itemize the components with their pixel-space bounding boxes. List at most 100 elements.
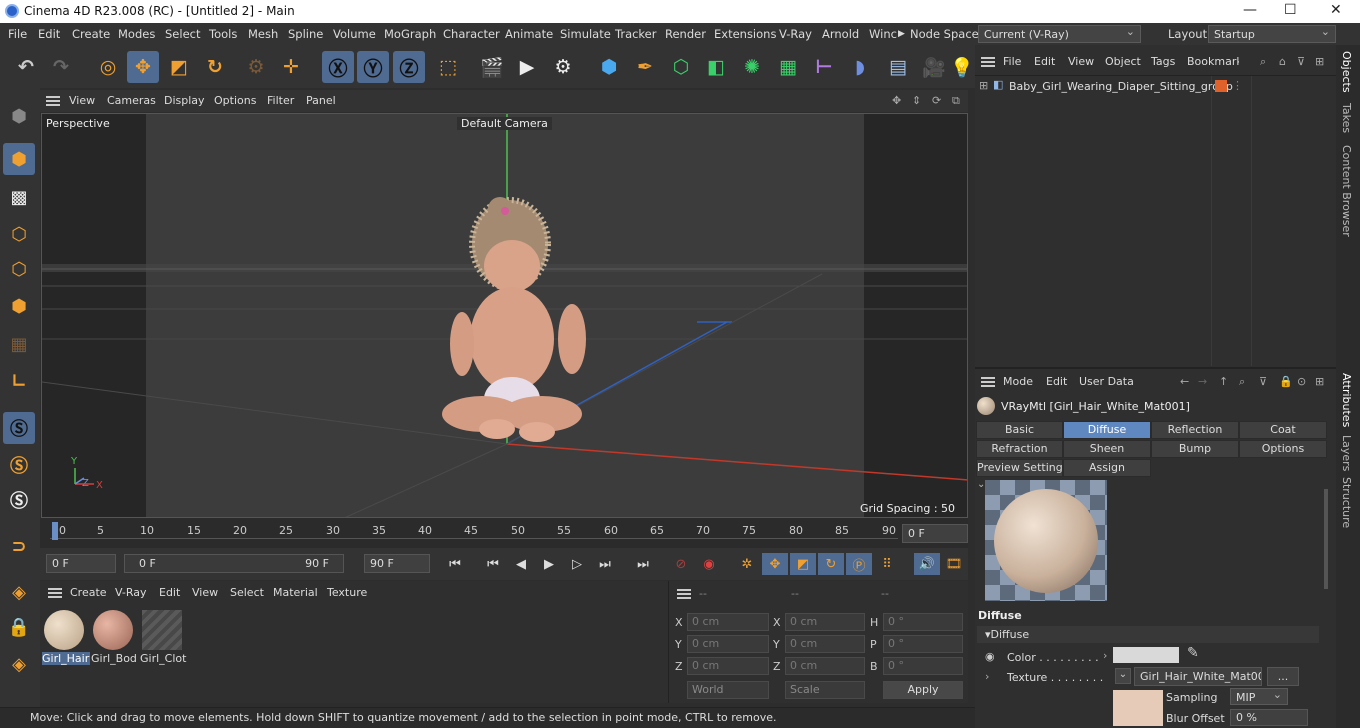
material-swatch-body[interactable]: Girl_Bod — [91, 608, 137, 668]
go-to-start-icon[interactable]: ⏮ — [442, 553, 468, 575]
menu-mograph[interactable]: MoGraph — [384, 27, 436, 41]
extrude-icon[interactable]: ◧ — [700, 51, 732, 83]
scale-tool-icon[interactable]: ◩ — [163, 51, 195, 83]
objects-new-window-icon[interactable]: ⊞ — [1315, 55, 1324, 68]
apply-button[interactable]: Apply — [883, 681, 963, 699]
menu-spline[interactable]: Spline — [288, 27, 323, 41]
viewport-menu-filter[interactable]: Filter — [267, 94, 294, 107]
current-frame-field[interactable]: 0 F — [902, 524, 968, 543]
redo-icon[interactable]: ↷ — [45, 51, 77, 83]
floor-icon[interactable]: ▤ — [882, 51, 914, 83]
material-menu-create[interactable]: Create — [70, 586, 107, 599]
side-tab-content-browser[interactable]: Content Browser — [1340, 145, 1353, 237]
tab-preview-settings[interactable]: Preview Settings — [976, 459, 1068, 477]
material-preview[interactable] — [985, 480, 1107, 601]
maximize-button[interactable]: ☐ — [1284, 2, 1297, 18]
workplane-icon[interactable]: ◈ — [3, 576, 35, 608]
move-tool-icon[interactable]: ✥ — [127, 51, 159, 83]
tab-assign[interactable]: Assign — [1063, 459, 1151, 477]
rotation-b-field[interactable]: 0 ° — [883, 657, 963, 675]
object-name[interactable]: Baby_Girl_Wearing_Diaper_Sitting_group — [1009, 80, 1233, 93]
attributes-menu-user-data[interactable]: User Data — [1079, 375, 1134, 388]
viewport-menu-options[interactable]: Options — [214, 94, 256, 107]
tab-options[interactable]: Options — [1239, 440, 1327, 458]
side-tab-attributes[interactable]: Attributes — [1340, 373, 1353, 427]
blur-offset-field[interactable]: 0 % — [1230, 709, 1308, 726]
locked-workplane-icon[interactable]: 🔒 — [3, 611, 35, 643]
minimize-button[interactable]: — — [1243, 2, 1257, 18]
go-to-end-icon[interactable]: ⏭ — [630, 553, 656, 575]
tab-bump[interactable]: Bump — [1151, 440, 1239, 458]
rotation-h-field[interactable]: 0 ° — [883, 613, 963, 631]
pen-spline-icon[interactable]: ✒ — [629, 51, 661, 83]
tab-coat[interactable]: Coat — [1239, 421, 1327, 439]
viewport-menu-view[interactable]: View — [69, 94, 95, 107]
eyedropper-icon[interactable]: ✎ — [1187, 645, 1199, 661]
menu-create[interactable]: Create — [72, 27, 110, 41]
recent-tools-icon[interactable]: ⚙ — [240, 51, 272, 83]
mograph-cubes-icon[interactable]: ▦ — [772, 51, 804, 83]
make-editable-icon[interactable]: ⬢ — [3, 100, 35, 132]
texture-thumbnail[interactable] — [1113, 690, 1163, 726]
menu-extensions[interactable]: Extensions — [714, 27, 776, 41]
snap-icon[interactable]: Ⓢ — [3, 412, 35, 444]
axis-move-icon[interactable]: ✛ — [275, 51, 307, 83]
model-mode-icon[interactable]: ⬢ — [3, 143, 35, 175]
timeline-playhead[interactable] — [52, 522, 58, 540]
menu-edit[interactable]: Edit — [38, 27, 60, 41]
texture-expand-icon[interactable]: › — [985, 670, 989, 683]
planar-workplane-icon[interactable]: ◈ — [3, 648, 35, 680]
timeline[interactable]: 0 5 10 15 20 25 30 35 40 45 50 55 60 65 … — [40, 518, 968, 548]
size-x-field[interactable]: 0 cm — [785, 613, 865, 631]
color-animate-icon[interactable]: ◉ — [985, 650, 995, 663]
tab-diffuse[interactable]: Diffuse — [1063, 421, 1151, 439]
diffuse-group-header[interactable]: ▾Diffuse — [977, 626, 1319, 643]
material-menu-select[interactable]: Select — [230, 586, 264, 599]
material-swatch-clothes[interactable]: Girl_Clot — [140, 608, 186, 668]
menu-render[interactable]: Render — [665, 27, 706, 41]
material-menu-edit[interactable]: Edit — [159, 586, 180, 599]
viewport-menu-cameras[interactable]: Cameras — [107, 94, 156, 107]
scale-key-icon[interactable]: ◩ — [790, 553, 816, 575]
menu-mesh[interactable]: Mesh — [248, 27, 278, 41]
menu-window[interactable]: Winc — [869, 27, 897, 41]
tab-reflection[interactable]: Reflection — [1151, 421, 1239, 439]
menu-arnold[interactable]: Arnold — [822, 27, 859, 41]
attributes-scrollbar[interactable] — [1324, 489, 1328, 589]
material-menu-texture[interactable]: Texture — [327, 586, 367, 599]
viewport-menu-display[interactable]: Display — [164, 94, 205, 107]
viewport-rotate-icon[interactable]: ⟳ — [932, 94, 941, 107]
edges-mode-icon[interactable]: ⬡ — [3, 253, 35, 285]
coordinate-world-select[interactable]: World — [687, 681, 769, 699]
cube-object-icon[interactable]: ⬢ — [593, 51, 625, 83]
forward-arrow-icon[interactable]: → — [1198, 375, 1207, 388]
layout-select[interactable]: Startup — [1208, 25, 1336, 43]
material-menu-icon[interactable] — [48, 588, 62, 598]
attributes-new-window-icon[interactable]: ⊞ — [1315, 375, 1324, 388]
tab-refraction[interactable]: Refraction — [976, 440, 1063, 458]
objects-home-icon[interactable]: ⌂ — [1279, 55, 1286, 68]
tab-sheen[interactable]: Sheen — [1063, 440, 1151, 458]
tab-basic[interactable]: Basic — [976, 421, 1063, 439]
objects-filter-icon[interactable]: ⊽ — [1297, 55, 1305, 68]
viewport-pan-icon[interactable]: ✥ — [892, 94, 901, 107]
attributes-filter-icon[interactable]: ⊽ — [1259, 375, 1267, 388]
menu-animate[interactable]: Animate — [505, 27, 553, 41]
material-swatch-hair[interactable]: Girl_Hair — [42, 608, 90, 668]
point-level-key-icon[interactable]: ⠿ — [874, 553, 900, 575]
y-axis-lock-icon[interactable]: Ⓨ — [357, 51, 389, 83]
viewport[interactable]: Perspective Default Camera Grid Spacing … — [41, 113, 968, 518]
layer-color-icon[interactable] — [1215, 80, 1227, 92]
attributes-search-icon[interactable]: ⌕ — [1239, 375, 1245, 389]
menu-file[interactable]: File — [8, 27, 27, 41]
size-y-field[interactable]: 0 cm — [785, 635, 865, 653]
menu-vray[interactable]: V-Ray — [779, 27, 812, 41]
position-x-field[interactable]: 0 cm — [687, 613, 769, 631]
magnet-icon[interactable]: ⊃ — [3, 530, 35, 562]
light-icon[interactable]: 💡 — [950, 51, 974, 83]
next-keyframe-icon[interactable]: ⏭ — [592, 553, 618, 575]
objects-menu-bookmarks[interactable]: Bookmarks — [1187, 55, 1239, 68]
viewport-zoom-icon[interactable]: ⇕ — [912, 94, 921, 107]
viewport-menu-icon[interactable] — [46, 96, 60, 106]
z-axis-lock-icon[interactable]: Ⓩ — [393, 51, 425, 83]
